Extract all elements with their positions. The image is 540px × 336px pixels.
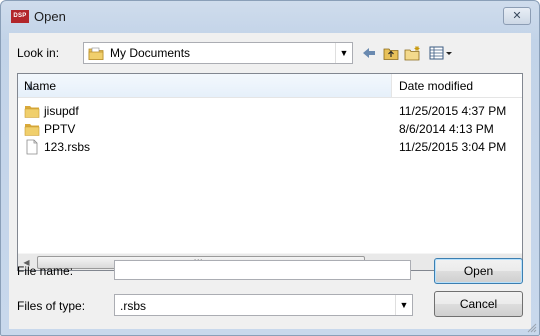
open-button[interactable]: Open <box>434 258 523 284</box>
file-date: 11/25/2015 3:04 PM <box>399 140 507 154</box>
column-header-name[interactable]: ▲ Name <box>18 74 392 97</box>
cancel-button[interactable]: Cancel <box>434 291 523 317</box>
filename-label: File name: <box>17 264 74 278</box>
list-item[interactable]: 123.rsbs 11/25/2015 3:04 PM <box>18 138 522 156</box>
file-name: 123.rsbs <box>44 140 91 154</box>
up-folder-icon <box>383 48 399 60</box>
column-header-date-label: Date modified <box>399 79 474 93</box>
view-menu-button[interactable] <box>427 43 457 63</box>
lookin-value: My Documents <box>110 46 191 60</box>
file-name: jisupdf <box>44 104 79 118</box>
file-date: 8/6/2014 4:13 PM <box>399 122 494 136</box>
app-logo-icon: DSP <box>11 10 29 23</box>
up-folder-button[interactable] <box>381 43 401 63</box>
new-folder-icon <box>404 46 420 61</box>
filetype-value: .rsbs <box>120 299 147 313</box>
filename-input[interactable] <box>114 260 411 280</box>
filetype-label: Files of type: <box>17 299 86 313</box>
list-item[interactable]: jisupdf 11/25/2015 4:37 PM <box>18 102 522 120</box>
file-name: PPTV <box>44 122 76 136</box>
title-bar[interactable]: DSP Open ✕ <box>1 1 539 33</box>
filetype-dropdown[interactable]: .rsbs ▼ <box>114 294 413 316</box>
dialog-body: Look in: My Documents ▼ ▲ Name Date modi… <box>9 33 531 329</box>
column-header-date[interactable]: Date modified <box>393 74 522 97</box>
chevron-down-icon[interactable]: ▼ <box>395 295 412 315</box>
folder-icon <box>24 124 40 136</box>
chevron-down-icon[interactable]: ▼ <box>335 43 352 63</box>
open-dialog: DSP Open ✕ Look in: My Documents ▼ ▲ Nam… <box>0 0 540 336</box>
close-button[interactable]: ✕ <box>503 7 531 25</box>
file-list[interactable]: ▲ Name Date modified jisupdf 11/25/2015 … <box>17 73 523 271</box>
file-date: 11/25/2015 4:37 PM <box>399 104 507 118</box>
folder-icon <box>24 106 40 118</box>
lookin-dropdown[interactable]: My Documents ▼ <box>83 42 353 64</box>
column-header-name-label: Name <box>24 79 57 93</box>
new-folder-button[interactable] <box>403 43 423 63</box>
column-header-row: ▲ Name Date modified <box>18 74 522 98</box>
view-menu-icon <box>429 46 452 60</box>
dialog-title: Open <box>34 9 66 24</box>
back-button[interactable] <box>359 43 379 63</box>
file-icon <box>26 139 38 155</box>
list-item[interactable]: PPTV 8/6/2014 4:13 PM <box>18 120 522 138</box>
lookin-label: Look in: <box>17 46 60 60</box>
documents-folder-icon <box>88 47 104 60</box>
back-arrow-icon <box>363 48 375 58</box>
resize-grip-icon[interactable] <box>527 323 537 333</box>
